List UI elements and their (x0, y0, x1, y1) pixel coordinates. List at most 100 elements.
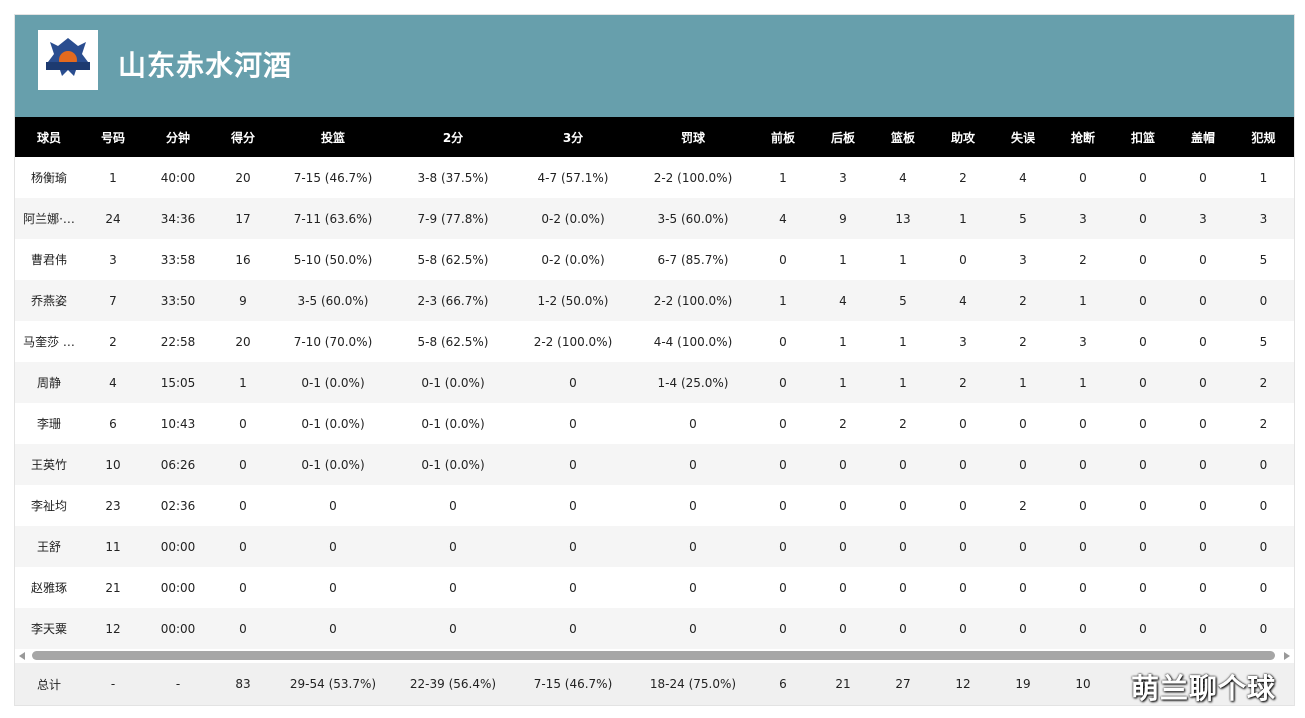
stat-cell: 0 (213, 485, 273, 526)
stat-cell: 23 (83, 485, 143, 526)
stat-cell: 2 (933, 157, 993, 198)
column-header[interactable]: 号码 (83, 117, 143, 157)
stat-cell: 0 (933, 403, 993, 444)
stat-cell: 10 (83, 444, 143, 485)
totals-cell: - (143, 663, 213, 705)
stat-cell: 0 (633, 444, 753, 485)
stat-cell: 0 (393, 485, 513, 526)
stat-cell: 2 (1053, 239, 1113, 280)
column-header[interactable]: 投篮 (273, 117, 393, 157)
player-name: 赵雅琢 (15, 567, 83, 608)
horizontal-scrollbar[interactable] (15, 649, 1294, 663)
stat-cell: 0 (813, 567, 873, 608)
stat-cell: 1 (83, 157, 143, 198)
stat-cell: 5-10 (50.0%) (273, 239, 393, 280)
totals-cell: 10 (1053, 663, 1113, 705)
totals-cell: 7-15 (46.7%) (513, 663, 633, 705)
column-header[interactable]: 分钟 (143, 117, 213, 157)
stat-cell: 02:36 (143, 485, 213, 526)
stat-cell: 0 (1173, 280, 1233, 321)
column-header[interactable]: 后板 (813, 117, 873, 157)
totals-cell: 18-24 (75.0%) (633, 663, 753, 705)
stat-cell: 0 (873, 444, 933, 485)
stat-cell: 3-8 (37.5%) (393, 157, 513, 198)
scroll-right-icon[interactable] (1284, 652, 1290, 660)
stat-cell: 0 (1113, 567, 1173, 608)
player-name: 王英竹 (15, 444, 83, 485)
stat-cell: 0 (1113, 362, 1173, 403)
column-header[interactable]: 罚球 (633, 117, 753, 157)
stat-cell: 2 (933, 362, 993, 403)
scroll-thumb[interactable] (32, 651, 1275, 660)
player-name: 李天粟 (15, 608, 83, 649)
column-header[interactable]: 助攻 (933, 117, 993, 157)
stat-cell: 1 (1233, 157, 1294, 198)
stat-cell: 0 (1233, 608, 1294, 649)
column-header[interactable]: 前板 (753, 117, 813, 157)
stat-cell: 0 (1113, 403, 1173, 444)
stat-cell: 0 (1053, 403, 1113, 444)
stat-cell: 0 (873, 608, 933, 649)
stat-cell: 3 (1173, 198, 1233, 239)
boxscore-panel: 山东赤水河酒 球员 号码 分钟 得分 投篮 2分 3分 罚球 前板 后板 篮板 助攻 失误 抢断 扣篮 盖帽犯… (14, 14, 1295, 706)
stat-cell: 1 (813, 239, 873, 280)
column-header[interactable]: 犯规 (1233, 117, 1294, 157)
column-header[interactable]: 篮板 (873, 117, 933, 157)
stat-cell: 0 (393, 567, 513, 608)
stat-cell: 33:58 (143, 239, 213, 280)
column-header[interactable]: 扣篮 (1113, 117, 1173, 157)
player-name: 马奎莎 … (15, 321, 83, 362)
stat-cell: 4 (993, 157, 1053, 198)
column-header[interactable]: 球员 (15, 117, 83, 157)
table-row: 阿兰娜·… 24 34:36 17 7-11 (63.6%) 7-9 (77.8%) 0-2… (15, 198, 1294, 239)
column-header[interactable]: 抢断 (1053, 117, 1113, 157)
stat-cell: 15:05 (143, 362, 213, 403)
stat-cell: 0-2 (0.0%) (513, 239, 633, 280)
stat-cell: 0 (1113, 280, 1173, 321)
stat-cell: 0 (933, 526, 993, 567)
stat-cell: 0 (1173, 321, 1233, 362)
table-header-row: 球员 号码 分钟 得分 投篮 2分 3分 罚球 前板 后板 篮板 助攻 失误 抢断 扣篮 盖帽 犯规 (15, 117, 1294, 157)
stat-cell: 0 (273, 485, 393, 526)
stat-cell: 2 (813, 403, 873, 444)
totals-cell: - (83, 663, 143, 705)
stat-cell: 0 (993, 526, 1053, 567)
stat-cell: 0 (753, 403, 813, 444)
stat-cell: 0 (1113, 485, 1173, 526)
totals-cell: 83 (213, 663, 273, 705)
stat-cell: 9 (213, 280, 273, 321)
column-header[interactable]: 盖帽 (1173, 117, 1233, 157)
stat-cell: 1 (933, 198, 993, 239)
column-header[interactable]: 2分 (393, 117, 513, 157)
stat-cell: 0 (813, 444, 873, 485)
column-header[interactable]: 失误 (993, 117, 1053, 157)
table-row: 王舒 11 00:00 0 0 0 0 0 0 0 0 0 0 0 0 0 0 (15, 526, 1294, 567)
stat-cell: 1-2 (50.0%) (513, 280, 633, 321)
stat-cell: 1 (753, 157, 813, 198)
column-header[interactable]: 得分 (213, 117, 273, 157)
stat-cell: 0 (1173, 239, 1233, 280)
scroll-left-icon[interactable] (19, 652, 25, 660)
stat-cell: 0 (633, 567, 753, 608)
stat-cell: 2 (1233, 362, 1294, 403)
totals-cell: 27 (873, 663, 933, 705)
stat-cell: 34:36 (143, 198, 213, 239)
table-row: 李珊 6 10:43 0 0-1 (0.0%) 0-1 (0.0%) 0 0 0 2 2 0 0 0 0 0 2 (15, 403, 1294, 444)
stat-cell: 0 (513, 444, 633, 485)
stat-cell: 0 (1053, 526, 1113, 567)
stat-cell: 0 (1113, 198, 1173, 239)
stat-cell: 0-1 (0.0%) (393, 362, 513, 403)
stat-cell: 0 (1053, 608, 1113, 649)
stat-cell: 2-2 (100.0%) (513, 321, 633, 362)
stat-cell: 0 (933, 567, 993, 608)
stat-cell: 4 (753, 198, 813, 239)
stat-cell: 11 (83, 526, 143, 567)
stat-cell: 0 (1173, 362, 1233, 403)
stat-cell: 0 (753, 526, 813, 567)
stat-cell: 5-8 (62.5%) (393, 239, 513, 280)
stat-cell: 4-7 (57.1%) (513, 157, 633, 198)
column-header[interactable]: 3分 (513, 117, 633, 157)
stat-cell: 0-1 (0.0%) (393, 403, 513, 444)
stat-cell: 1-4 (25.0%) (633, 362, 753, 403)
player-name: 李珊 (15, 403, 83, 444)
